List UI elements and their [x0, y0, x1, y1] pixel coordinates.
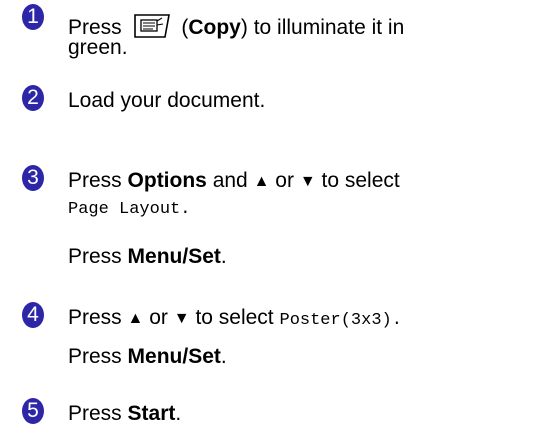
step-3-line-3: Press Menu/Set.	[68, 244, 227, 270]
step-2-text: Load your document.	[68, 89, 266, 112]
up-arrow-icon: ▲	[127, 310, 144, 327]
step-number-badge: 2	[22, 85, 44, 111]
menu-set-label: Menu/Set	[127, 345, 221, 368]
step-number-badge: 4	[22, 302, 44, 328]
options-label: Options	[127, 169, 207, 192]
step-4-line-1: Press ▲ or ▼ to select Poster(3x3).	[68, 305, 402, 334]
down-arrow-icon: ▼	[173, 310, 190, 327]
step-number-badge: 1	[22, 4, 44, 30]
period-text: .	[220, 245, 227, 268]
step-1-copy-label: Copy	[188, 16, 241, 39]
to-select-text: to select	[195, 306, 274, 329]
step-3-line-1: Press Options and ▲ or ▼ to select	[68, 168, 400, 196]
or-text: or	[275, 169, 294, 192]
step-4-line-2: Press Menu/Set.	[68, 344, 227, 370]
to-select-text: to select	[321, 169, 400, 192]
step-1-line-2: green.	[68, 36, 128, 59]
copy-key-icon	[133, 14, 170, 38]
press-text: Press	[68, 402, 122, 425]
step-number-badge: 5	[22, 398, 44, 424]
period-text: .	[175, 402, 182, 425]
press-text: Press	[68, 169, 122, 192]
step-5-line-1: Press Start.	[68, 401, 181, 427]
page-layout-setting: Page Layout.	[68, 200, 191, 219]
start-label: Start	[127, 402, 176, 425]
period-text: .	[220, 345, 227, 368]
or-text: or	[149, 306, 168, 329]
step-number-badge: 3	[22, 165, 44, 191]
and-text: and	[212, 169, 248, 192]
step-1-suffix-text: to illuminate it in	[253, 16, 405, 39]
down-arrow-icon: ▼	[299, 173, 316, 190]
press-text: Press	[68, 245, 122, 268]
press-text: Press	[68, 306, 122, 329]
poster-setting: Poster(3x3).	[279, 311, 402, 330]
menu-set-label: Menu/Set	[127, 245, 221, 268]
up-arrow-icon: ▲	[253, 173, 270, 190]
press-text: Press	[68, 345, 122, 368]
